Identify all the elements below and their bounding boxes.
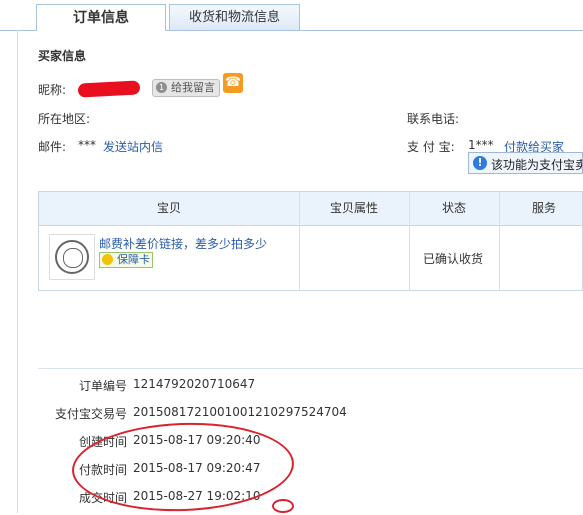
info-icon: ! — [473, 156, 487, 170]
header-item: 宝贝 — [156, 201, 181, 215]
items-table: 宝贝 宝贝属性 状态 服务 邮费补差价链接，差多少拍多少 保障卡 已确认收货 — [38, 191, 583, 291]
header-status: 状态 — [441, 201, 466, 215]
alipay-value: 1*** — [468, 138, 494, 152]
alipay-trade-label: 支付宝交易号 — [55, 407, 128, 421]
alipay-tooltip: ! 该功能为支付宝卖 — [468, 152, 583, 174]
order-number-label: 订单编号 — [79, 379, 128, 393]
tab-order-info[interactable]: 订单信息 — [36, 4, 166, 31]
leave-message-button[interactable]: 1 给我留言 — [152, 79, 220, 97]
item-title-link[interactable]: 邮费补差价链接，差多少拍多少 — [99, 235, 267, 252]
phone-icon[interactable]: ☎ — [223, 73, 243, 93]
stamp-logo-icon — [55, 240, 89, 274]
alipay-label: 支 付 宝: — [407, 140, 455, 154]
email-value: *** — [78, 138, 96, 152]
alipay-trade-value: 2015081721001001210297524704 — [133, 405, 347, 419]
tooltip-text: 该功能为支付宝卖 — [491, 158, 583, 172]
tab-shipping-logistics[interactable]: 收货和物流信息 — [169, 4, 300, 30]
item-thumbnail[interactable] — [49, 234, 95, 280]
email-label: 邮件: — [38, 140, 67, 154]
header-service: 服务 — [531, 201, 556, 215]
item-status: 已确认收货 — [423, 252, 484, 266]
table-header: 宝贝 宝贝属性 状态 服务 — [39, 192, 582, 226]
message-bubble-icon: 1 — [156, 82, 167, 93]
column-divider — [409, 192, 410, 290]
region-label: 所在地区: — [38, 112, 91, 126]
buyer-section-title: 买家信息 — [38, 49, 87, 63]
column-divider — [499, 192, 500, 290]
contact-phone-label: 联系电话: — [407, 112, 460, 126]
section-divider — [38, 368, 583, 369]
column-divider — [299, 192, 300, 290]
order-number-value: 1214792020710647 — [133, 377, 256, 391]
guarantee-card-label: 保障卡 — [117, 253, 150, 266]
nickname-label: 昵称: — [38, 83, 67, 97]
lightbulb-icon — [102, 254, 113, 265]
annotation-small-circle — [272, 499, 294, 513]
tab-bar: 订单信息 收货和物流信息 — [0, 0, 583, 31]
leave-message-label: 给我留言 — [171, 81, 215, 94]
header-attributes: 宝贝属性 — [329, 201, 378, 215]
guarantee-card-badge[interactable]: 保障卡 — [99, 252, 153, 268]
send-message-link[interactable]: 发送站内信 — [103, 138, 163, 155]
